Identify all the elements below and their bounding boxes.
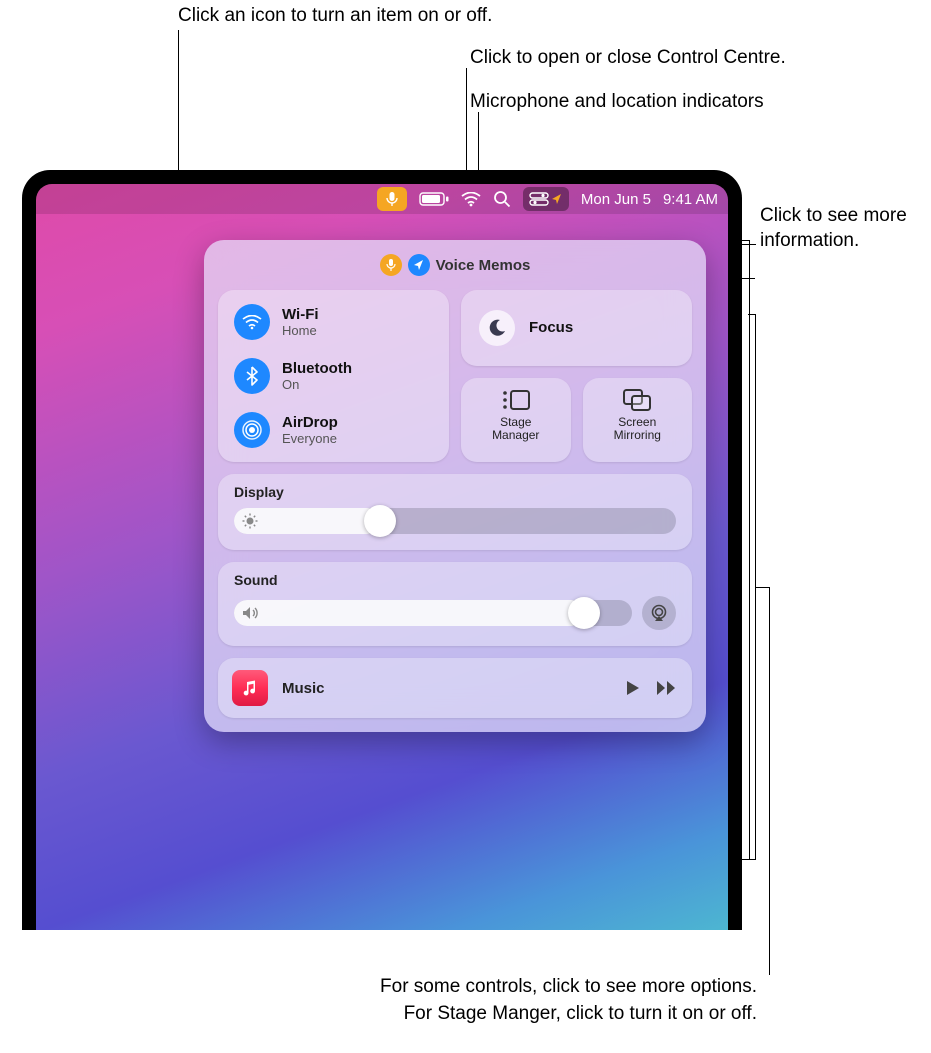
airdrop-subtitle: Everyone xyxy=(282,431,338,446)
airplay-audio-button[interactable] xyxy=(642,596,676,630)
menubar-date[interactable]: Mon Jun 5 xyxy=(581,187,651,211)
device-frame: Mon Jun 5 9:41 AM Voice Memos xyxy=(22,170,742,930)
bluetooth-row[interactable]: Bluetooth On xyxy=(234,358,433,394)
display-slider[interactable] xyxy=(234,508,676,534)
bluetooth-toggle-icon[interactable] xyxy=(234,358,270,394)
desktop: Mon Jun 5 9:41 AM Voice Memos xyxy=(36,184,728,930)
display-tile[interactable]: Display xyxy=(218,474,692,550)
location-dot-icon xyxy=(408,254,430,276)
mic-indicator[interactable] xyxy=(377,187,407,211)
stage-manager-label: StageManager xyxy=(492,416,539,442)
screen-mirroring-label: ScreenMirroring xyxy=(614,416,661,442)
stage-manager-icon xyxy=(501,388,531,412)
airdrop-row[interactable]: AirDrop Everyone xyxy=(234,412,433,448)
control-centre-menu-item[interactable] xyxy=(523,187,569,211)
music-tile[interactable]: Music xyxy=(218,658,692,718)
sound-tile[interactable]: Sound xyxy=(218,562,692,646)
location-arrow-icon xyxy=(551,193,563,205)
wifi-row[interactable]: Wi-Fi Home xyxy=(234,304,433,340)
menubar: Mon Jun 5 9:41 AM xyxy=(36,184,728,214)
callout-bottom2: For Stage Manger, click to turn it on or… xyxy=(404,1002,757,1027)
music-app-icon xyxy=(232,670,268,706)
airdrop-title: AirDrop xyxy=(282,414,338,431)
airplay-icon xyxy=(649,604,669,622)
control-centre-panel: Voice Memos Wi-Fi Home xyxy=(204,240,706,732)
bluetooth-title: Bluetooth xyxy=(282,360,352,377)
focus-tile[interactable]: Focus xyxy=(461,290,692,366)
control-centre-icon xyxy=(529,192,549,206)
wifi-toggle-icon[interactable] xyxy=(234,304,270,340)
focus-icon[interactable] xyxy=(479,310,515,346)
callout-toggle: Click an icon to turn an item on or off. xyxy=(178,4,492,29)
focus-title: Focus xyxy=(529,319,573,336)
wifi-icon[interactable] xyxy=(461,187,481,211)
network-tile[interactable]: Wi-Fi Home Bluetooth On xyxy=(218,290,449,462)
volume-icon xyxy=(242,606,260,620)
display-label: Display xyxy=(234,484,676,500)
wifi-title: Wi-Fi xyxy=(282,306,319,323)
sound-label: Sound xyxy=(234,572,676,588)
sound-slider[interactable] xyxy=(234,600,632,626)
callout-see-more: Click to see more information. xyxy=(760,204,920,253)
play-icon[interactable] xyxy=(624,679,642,697)
screen-mirroring-icon xyxy=(622,388,652,412)
microphone-icon xyxy=(386,191,398,207)
screen-mirroring-tile[interactable]: ScreenMirroring xyxy=(583,378,693,462)
callout-open-cc: Click to open or close Control Centre. xyxy=(470,46,786,71)
callout-bottom1: For some controls, click to see more opt… xyxy=(380,975,757,1000)
next-track-icon[interactable] xyxy=(656,680,678,696)
privacy-indicator-row[interactable]: Voice Memos xyxy=(218,254,692,276)
music-title: Music xyxy=(282,680,610,697)
brightness-icon xyxy=(242,513,258,529)
callout-indicators: Microphone and location indicators xyxy=(470,90,764,115)
stage-manager-tile[interactable]: StageManager xyxy=(461,378,571,462)
battery-icon[interactable] xyxy=(419,187,449,211)
spotlight-icon[interactable] xyxy=(493,187,511,211)
bluetooth-subtitle: On xyxy=(282,377,352,392)
menubar-time[interactable]: 9:41 AM xyxy=(663,187,718,211)
airdrop-toggle-icon[interactable] xyxy=(234,412,270,448)
wifi-subtitle: Home xyxy=(282,323,319,338)
privacy-app-name: Voice Memos xyxy=(436,257,531,274)
mic-dot-icon xyxy=(380,254,402,276)
